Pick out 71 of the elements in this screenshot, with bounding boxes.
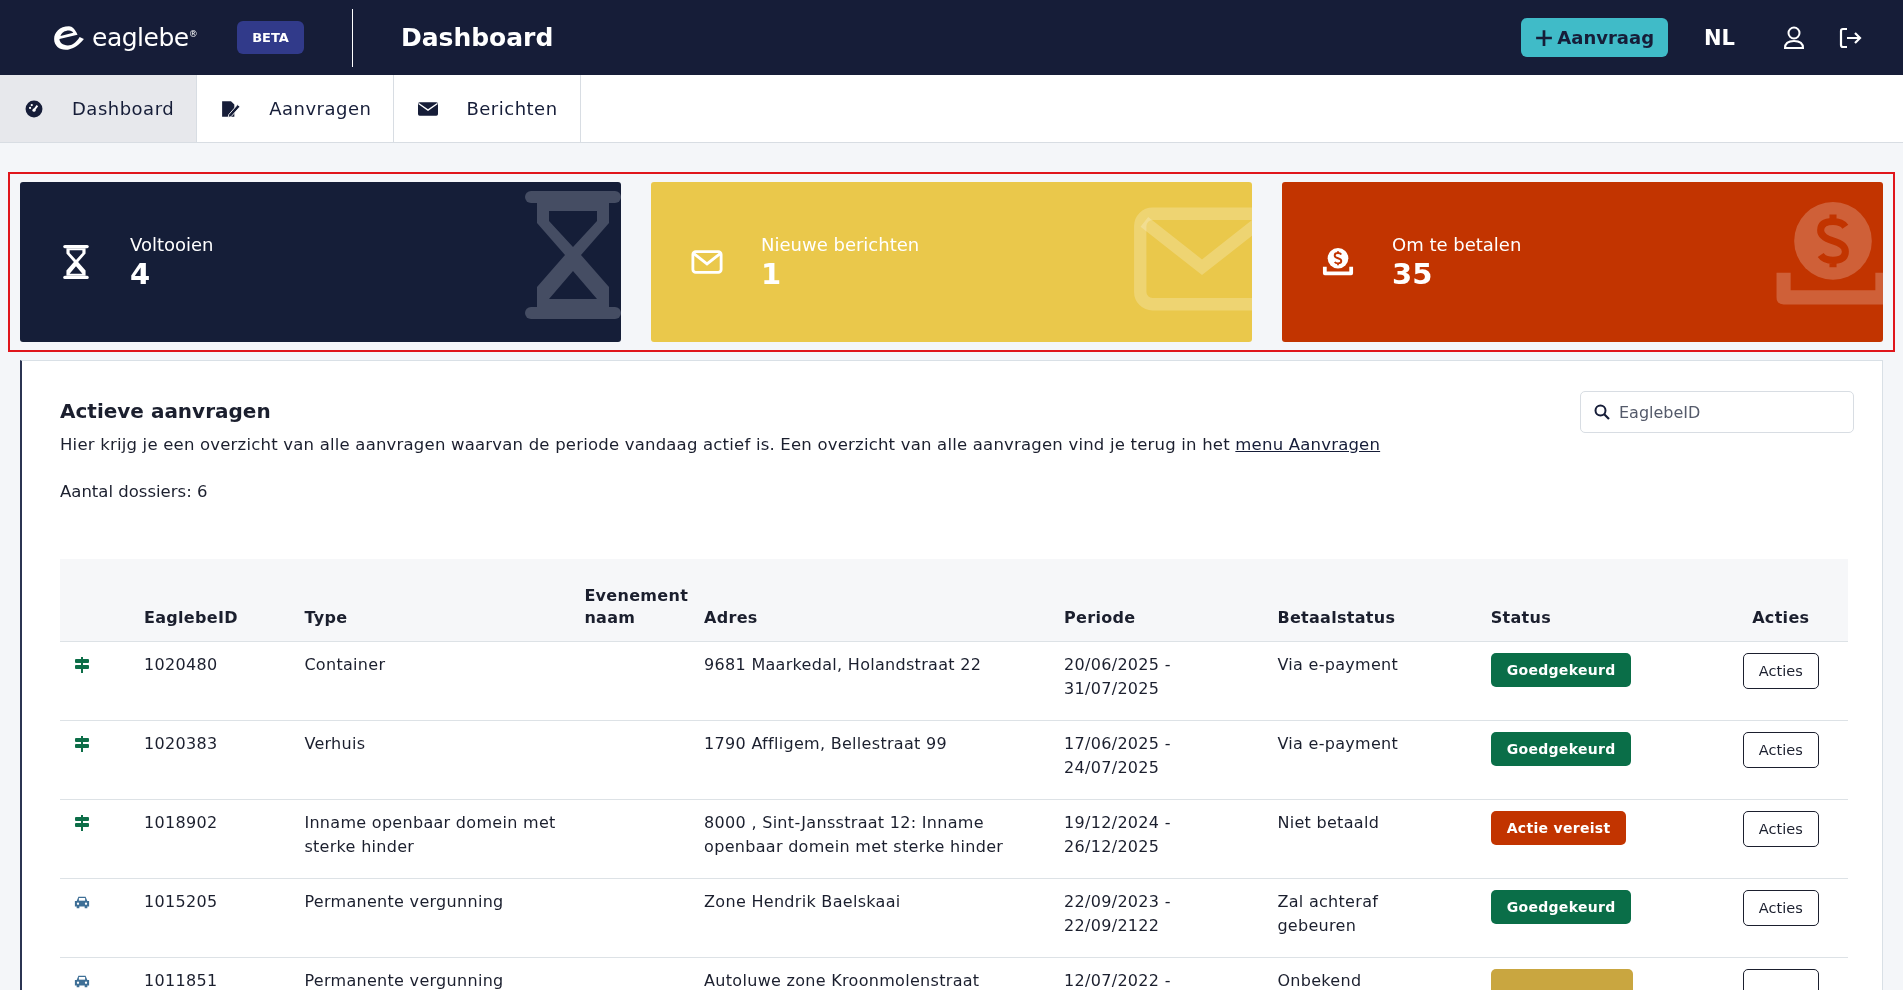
signpost-icon <box>74 815 90 831</box>
signpost-icon <box>74 736 90 752</box>
column-header: Periode <box>1064 608 1136 627</box>
status-badge: Goedgekeurd <box>1490 890 1632 924</box>
menu-link[interactable]: menu Aanvragen <box>1235 435 1381 454</box>
plus-icon <box>1535 28 1554 47</box>
actions-button[interactable]: Acties <box>1742 811 1819 847</box>
stat-label: Voltooien <box>130 233 214 255</box>
table-cell-text: 12/07/2022 - <box>1064 970 1172 990</box>
edit-document-icon <box>221 99 242 118</box>
hourglass-icon <box>60 245 92 279</box>
table-cell-text: Zal achteraf gebeuren <box>1277 891 1380 937</box>
status-badge: Goedgekeurd <box>1490 653 1632 687</box>
table-cell-text: 9681 Maarkedal, Holandstraat 22 <box>704 654 983 676</box>
table-cell: Permanente vergunning <box>304 892 504 911</box>
table-cell: Permanente vergunning <box>304 971 504 990</box>
table-cell-text: 1790 Affligem, Bellestraat 99 <box>704 733 948 755</box>
table-cell-text: Onbekend <box>1277 970 1363 990</box>
table-cell: 1015205 <box>144 892 218 911</box>
table-cell: 1011851 <box>144 971 218 990</box>
actions-button[interactable]: Acties <box>1742 653 1819 689</box>
stat-label: Nieuwe berichten <box>761 233 920 255</box>
table-cell: Container <box>304 655 386 674</box>
table-cell-text: Autoluwe zone Kroonmolenstraat <box>704 970 981 990</box>
table-cell: Verhuis <box>304 734 366 753</box>
table-cell: 1018902 <box>144 813 218 832</box>
table-cell: 1020480 <box>144 655 218 674</box>
column-header: Status <box>1490 608 1552 627</box>
column-header: Type <box>304 608 348 627</box>
section-title: Actieve aanvragen <box>60 399 272 423</box>
actions-button[interactable]: Acties <box>1742 732 1819 768</box>
status-badge: Goedgekeurd <box>1490 732 1632 766</box>
table-cell-text: Niet betaald <box>1277 812 1381 834</box>
new-request-button[interactable]: Aanvraag <box>1521 18 1669 57</box>
gauge-icon <box>24 99 44 118</box>
language-selector[interactable]: NL <box>1704 25 1735 50</box>
page-title: Dashboard <box>400 23 554 52</box>
column-header: EaglebeID <box>144 608 238 627</box>
user-icon[interactable] <box>1783 25 1805 50</box>
table-cell: Inname openbaar domein met sterke hinder <box>304 813 556 856</box>
stat-value: 4 <box>130 256 152 291</box>
logout-icon[interactable] <box>1839 26 1863 49</box>
table-cell-text: Via e-payment <box>1277 654 1400 676</box>
table-cell-text: 8000 , Sint-Jansstraat 12: Inname openbaar domein met sterke hinder <box>704 812 1005 858</box>
column-header: Adres <box>704 608 758 627</box>
search-icon <box>1594 404 1610 420</box>
search-field[interactable]: EaglebeID <box>1580 391 1854 433</box>
dossier-count: Aantal dossiers: 6 <box>60 482 209 501</box>
table-cell-text: Via e-payment <box>1277 733 1400 755</box>
description-text: Hier krijg je een overzicht van alle aanvragen waarvan de periode vandaag actief is. Een overzicht van alle aanvragen vind je terug in het menu Aanvragen <box>60 435 1381 454</box>
column-header: Acties <box>1752 608 1810 627</box>
table-cell-text: 20/06/2025 - 31/07/2025 <box>1064 654 1172 700</box>
table-cell-text: 22/09/2023 - 22/09/2122 <box>1064 891 1172 937</box>
logo-icon <box>52 23 86 52</box>
stat-value: 1 <box>761 256 783 291</box>
nav-tab[interactable]: Dashboard <box>0 75 198 142</box>
table-cell-text: 17/06/2025 - 24/07/2025 <box>1064 733 1172 779</box>
envelope-icon <box>418 99 439 118</box>
stat-label: Om te betalen <box>1392 233 1522 255</box>
status-badge: Actie vereist <box>1490 811 1627 845</box>
table-cell-text: 19/12/2024 - 26/12/2025 <box>1064 812 1172 858</box>
stat-value: 35 <box>1392 256 1434 291</box>
logo-text: eaglebe$^{®}$ <box>92 23 198 52</box>
actions-button[interactable]: Acties <box>1742 890 1819 926</box>
beta-badge: BETA <box>237 21 304 54</box>
table-cell-text: Zone Hendrik Baelskaai <box>704 891 902 913</box>
column-header: Betaalstatus <box>1277 608 1396 627</box>
car-icon <box>74 894 90 910</box>
table-cell: 1020383 <box>144 734 218 753</box>
signpost-icon <box>74 657 90 673</box>
column-header: Evenement naam <box>584 586 689 627</box>
